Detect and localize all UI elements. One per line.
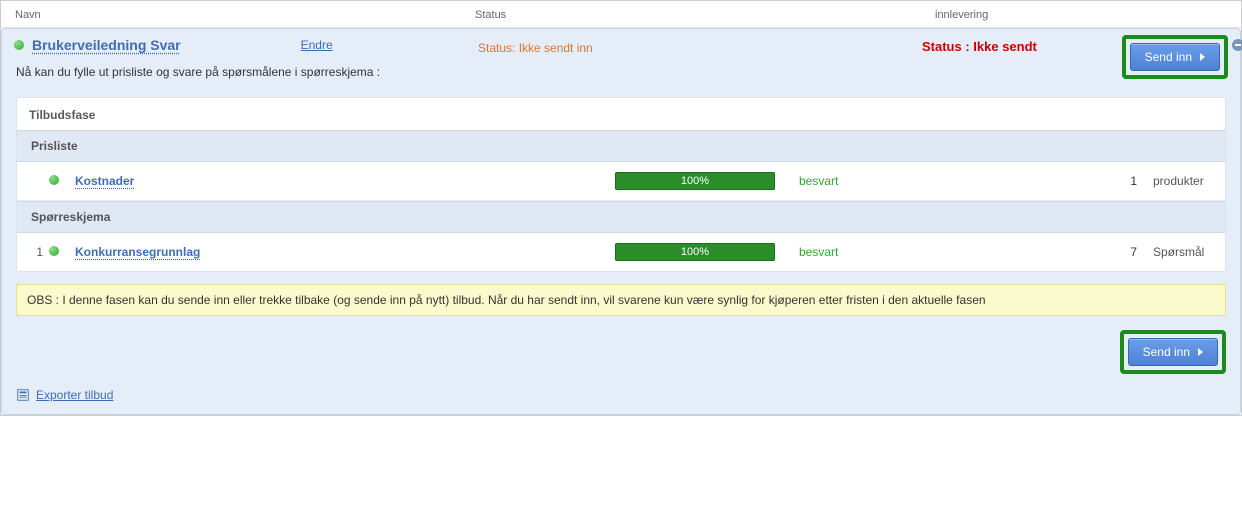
header-innlevering: innlevering (935, 9, 1227, 21)
progress-bar: 100% (615, 243, 775, 261)
status-dot-icon (49, 175, 59, 185)
description-text: Nå kan du fylle ut prisliste og svare på… (2, 55, 1240, 97)
status-dot-icon (49, 246, 59, 256)
row-status: besvart (775, 245, 915, 259)
progress-value: 100% (681, 246, 709, 258)
progress-bar: 100% (615, 172, 775, 190)
send-button-bottom[interactable]: Send inn (1128, 338, 1218, 366)
chevron-right-icon (1198, 348, 1203, 356)
response-panel: Brukerveiledning Svar Endre Status: Ikke… (1, 28, 1241, 415)
konkurransegrunnlag-link[interactable]: Konkurransegrunnlag (75, 245, 615, 259)
list-item: 1 Konkurransegrunnlag 100% besvart 7 Spø… (17, 233, 1225, 271)
bottom-send-row: Send inn (2, 324, 1240, 380)
row-count: 7 (915, 245, 1141, 259)
row-count: 1 (915, 174, 1141, 188)
export-row: Exporter tilbud (2, 380, 1240, 414)
row-index: 1 (31, 245, 43, 259)
send-button-highlight-top: Send inn (1122, 35, 1228, 79)
send-button-label: Send inn (1143, 345, 1190, 359)
status-text: Status: Ikke sendt inn (478, 41, 593, 55)
list-item: Kostnader 100% besvart 1 produkter (17, 162, 1225, 201)
response-title-link[interactable]: Brukerveiledning Svar (32, 37, 181, 53)
collapse-icon[interactable] (1232, 39, 1242, 51)
status-not-sent-badge: Status : Ikke sendt (922, 39, 1037, 54)
column-headers: Navn Status innlevering (1, 1, 1241, 28)
row-unit: produkter (1141, 174, 1211, 188)
progress-value: 100% (681, 175, 709, 187)
phase-title: Tilbudsfase (17, 108, 1225, 130)
obs-notice: OBS : I denne fasen kan du sende inn ell… (16, 284, 1226, 316)
send-button-label: Send inn (1145, 50, 1192, 64)
row-unit: Spørsmål (1141, 245, 1211, 259)
header-navn: Navn (15, 9, 475, 21)
section-heading-prisliste: Prisliste (17, 130, 1225, 162)
kostnader-link[interactable]: Kostnader (75, 174, 615, 188)
export-link[interactable]: Exporter tilbud (36, 388, 113, 402)
page-container: Navn Status innlevering Brukerveiledning… (0, 0, 1242, 416)
row-status: besvart (775, 174, 915, 188)
section-heading-sporreskjema: Spørreskjema (17, 201, 1225, 233)
phase-box: Tilbudsfase Prisliste Kostnader 100% bes… (16, 97, 1226, 272)
response-header-row: Brukerveiledning Svar Endre Status: Ikke… (2, 29, 1240, 55)
chevron-right-icon (1200, 53, 1205, 61)
status-dot-icon (14, 40, 24, 50)
header-status: Status (475, 9, 935, 21)
send-button-highlight-bottom: Send inn (1120, 330, 1226, 374)
export-icon (16, 388, 30, 402)
send-button-top[interactable]: Send inn (1130, 43, 1220, 71)
edit-link[interactable]: Endre (301, 38, 333, 52)
